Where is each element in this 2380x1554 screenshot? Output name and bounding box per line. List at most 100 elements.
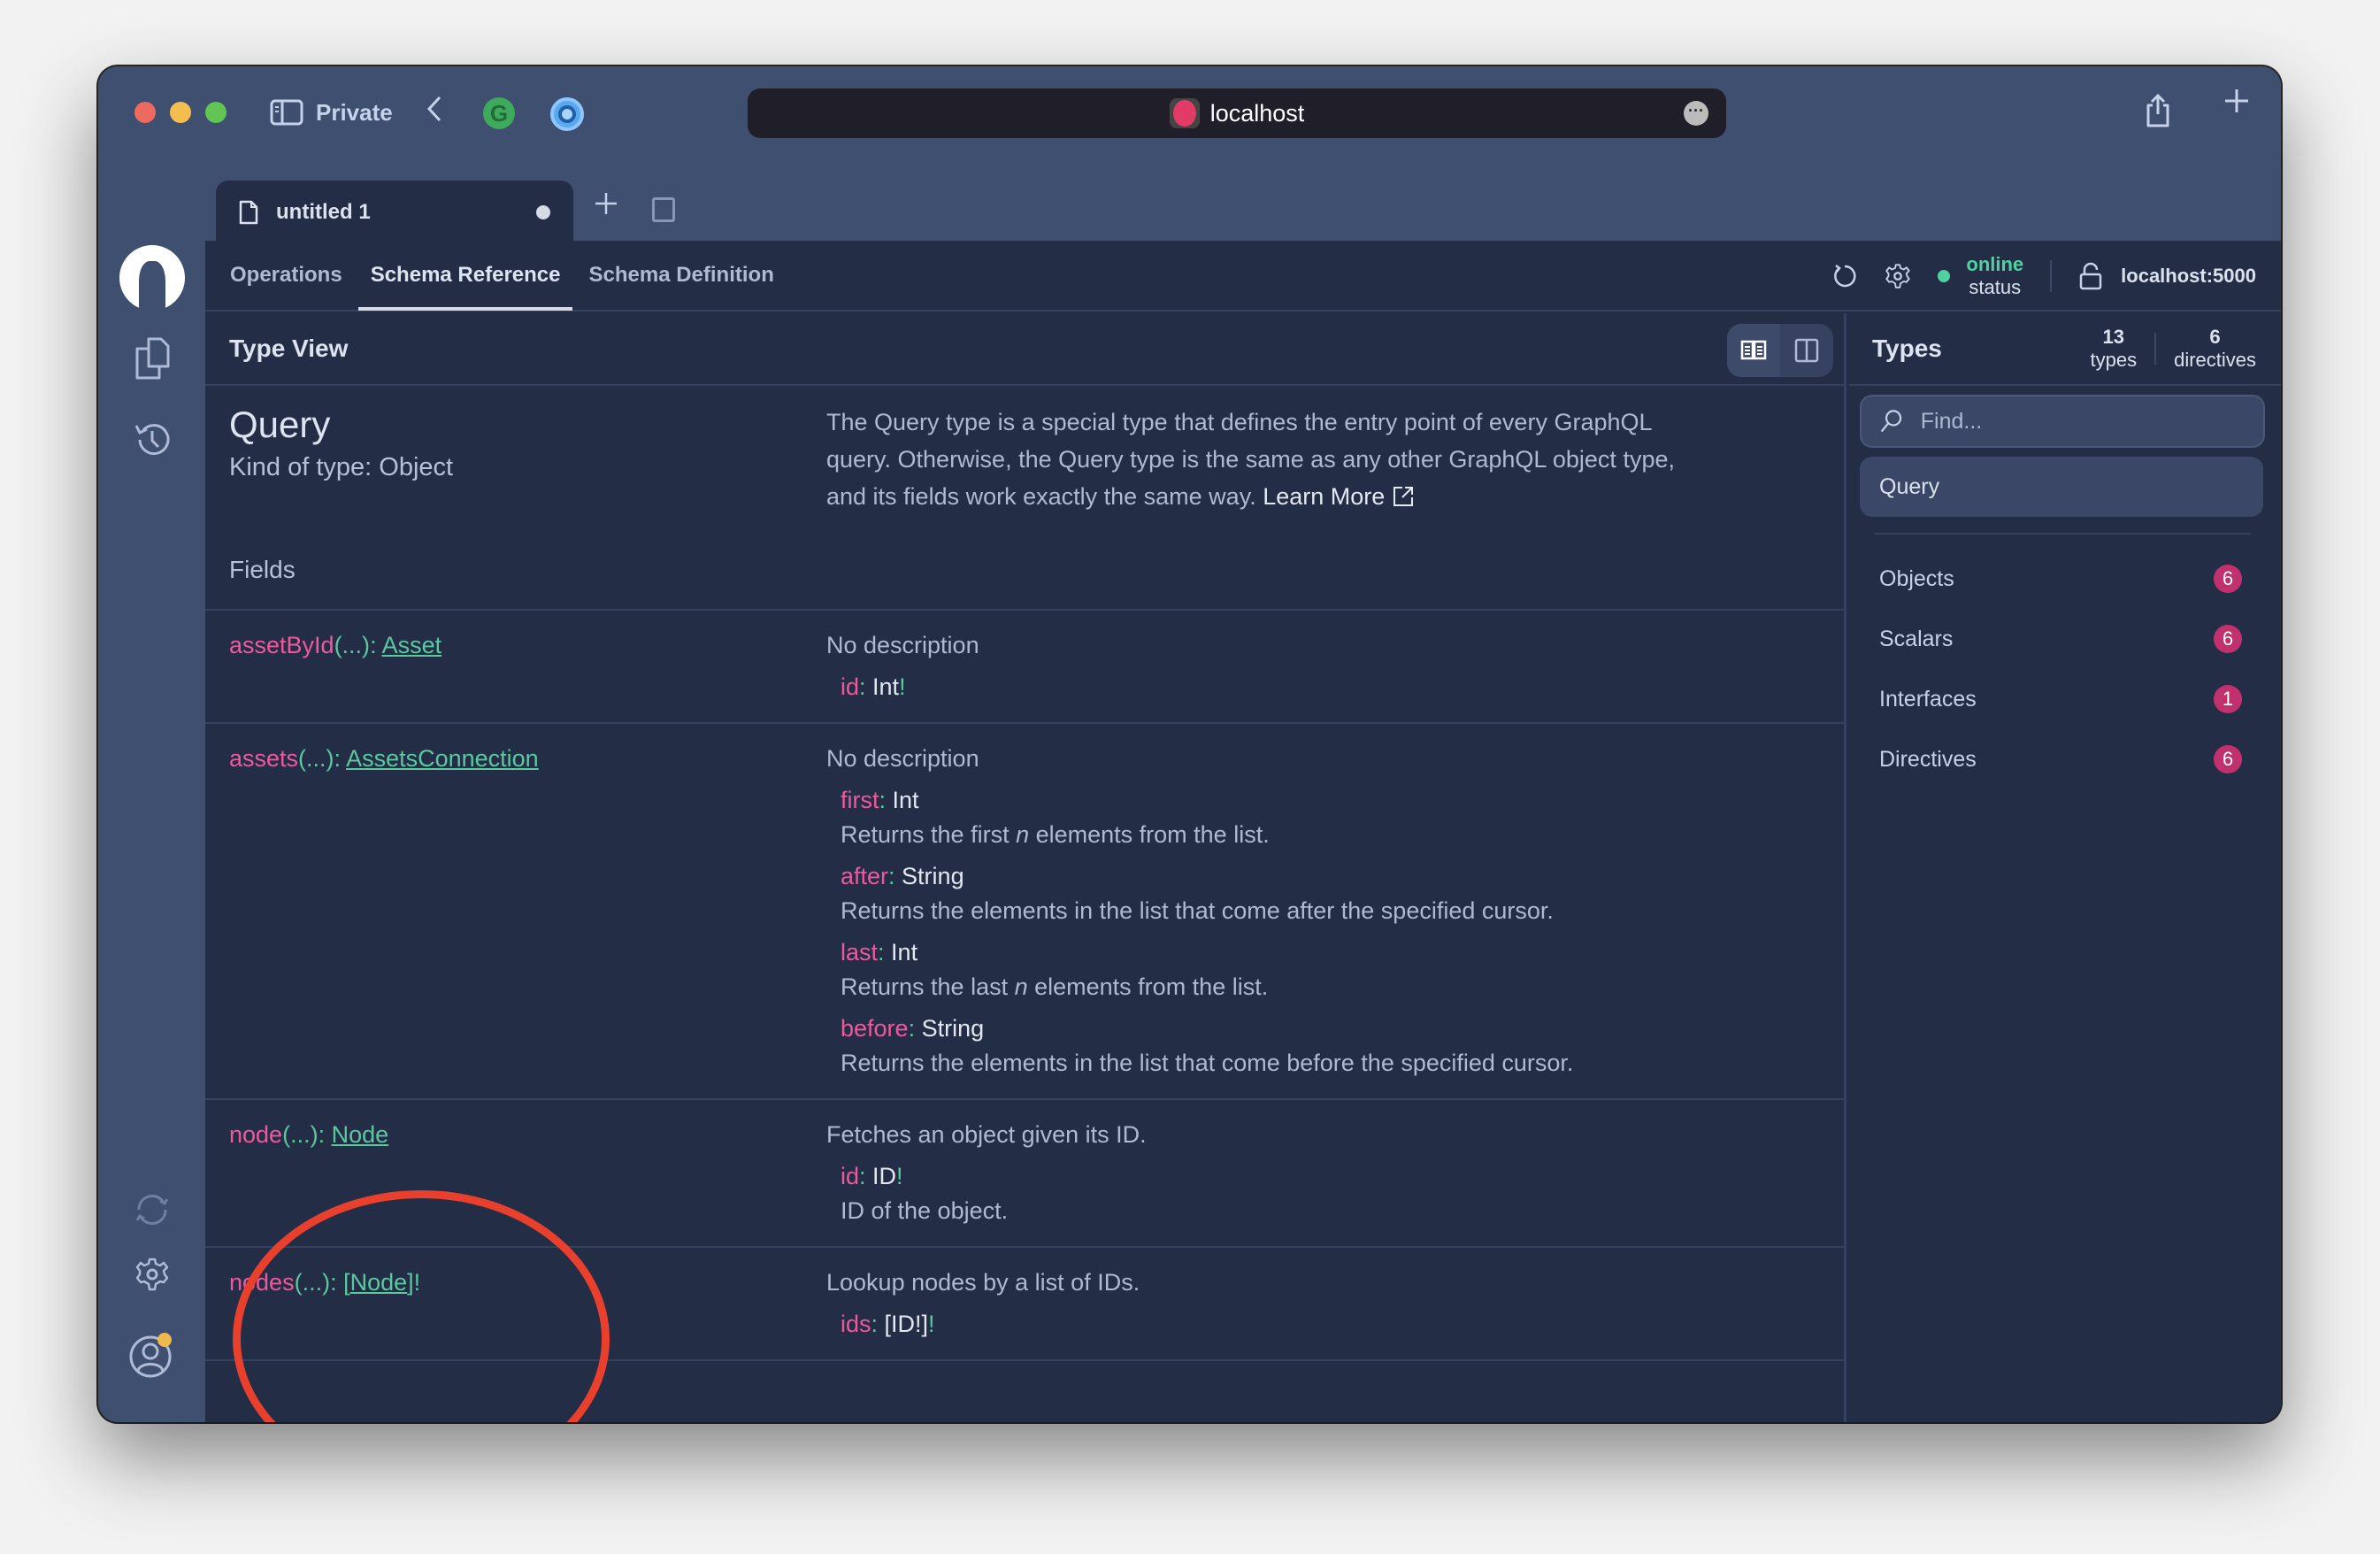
type-item-query[interactable]: Query	[1860, 457, 2263, 517]
type-category-directives[interactable]: Directives 6	[1849, 729, 2281, 789]
close-window-button[interactable]	[134, 102, 156, 123]
count-badge: 1	[2214, 685, 2242, 713]
sidebar-item-collections[interactable]	[98, 336, 205, 381]
argument-description: Returns the elements in the list that co…	[841, 897, 1554, 924]
field-type-link[interactable]: Node	[332, 1121, 389, 1148]
type-kind: Kind of type: Object	[229, 453, 454, 481]
field-type-link[interactable]: AssetsConnection	[346, 745, 539, 772]
back-button[interactable]	[426, 95, 443, 123]
url-text: localhost	[1209, 99, 1305, 127]
app-sidebar	[98, 173, 205, 1422]
count-badge: 6	[2214, 745, 2242, 773]
refresh-icon[interactable]	[1831, 263, 1858, 289]
types-title: Types	[1872, 335, 1942, 362]
notification-dot	[157, 1333, 172, 1347]
type-categories: Objects 6 Scalars 6 Interfaces 1 Directives 6	[1849, 549, 2281, 789]
argument: before: String Returns the elements in t…	[841, 1015, 1820, 1077]
argument-type: String	[921, 1015, 985, 1042]
address-bar[interactable]: localhost ···	[748, 88, 1726, 138]
copy-documents-icon	[135, 337, 169, 380]
gear-icon	[135, 1258, 168, 1291]
argument-name: first	[841, 787, 879, 813]
endpoint-label: localhost:5000	[2121, 265, 2256, 287]
argument: ids: [ID!]!	[841, 1311, 935, 1337]
tab-schema-reference[interactable]: Schema Reference	[357, 240, 573, 311]
sidebar-toggle-button[interactable]: Private	[270, 96, 393, 128]
book-icon	[1740, 340, 1767, 360]
sidebar-item-settings[interactable]	[98, 1257, 205, 1292]
chevron-left-icon	[426, 96, 441, 122]
argument-description: Returns the last n elements from the lis…	[841, 973, 1269, 1000]
minimize-window-button[interactable]	[170, 102, 191, 123]
app-logo[interactable]	[98, 245, 205, 311]
argument-name: id	[841, 1163, 860, 1189]
documentation-view-button[interactable]	[1727, 324, 1780, 377]
tab-operations[interactable]: Operations	[230, 240, 342, 311]
types-search[interactable]	[1860, 395, 2265, 448]
type-view-panel: Type View Query Kind of type: Object Fie…	[205, 313, 1846, 1422]
password-manager-extension-button[interactable]	[550, 97, 584, 131]
panel-title: Type View	[229, 335, 349, 362]
document-tab-title: untitled 1	[276, 200, 371, 224]
split-view-button[interactable]	[1780, 324, 1833, 377]
field-signature: node(...): Node	[229, 1121, 389, 1148]
argument-description: Returns the first n elements from the li…	[841, 821, 1270, 848]
argument-type: [ID!]	[884, 1311, 929, 1337]
argument-type: Int	[872, 673, 900, 700]
document-tab[interactable]: untitled 1	[216, 181, 573, 244]
count-badge: 6	[2214, 565, 2242, 593]
types-count: 13 types	[2090, 326, 2138, 371]
argument-type: String	[902, 863, 964, 889]
history-icon	[134, 424, 169, 456]
connection-status: online status	[1938, 253, 2023, 299]
private-label: Private	[316, 98, 393, 126]
tab-schema-definition[interactable]: Schema Definition	[588, 240, 773, 311]
argument: id: Int!	[841, 673, 906, 700]
argument-name: after	[841, 863, 889, 889]
category-label: Objects	[1879, 565, 1954, 591]
unlock-icon	[2079, 262, 2102, 290]
argument: id: ID! ID of the object.	[841, 1163, 1820, 1225]
sidebar-item-history[interactable]	[98, 420, 205, 459]
sidebar-icon	[270, 99, 303, 126]
learn-more-link[interactable]: Learn More	[1263, 483, 1415, 510]
unsaved-indicator[interactable]	[536, 205, 550, 219]
argument-description: Returns the elements in the list that co…	[841, 1050, 1574, 1076]
field-signature: nodes(...): [Node]!	[229, 1269, 421, 1296]
sidebar-item-account[interactable]	[98, 1332, 205, 1378]
columns-icon	[1794, 338, 1819, 363]
types-search-input[interactable]	[1920, 408, 2263, 435]
save-icon[interactable]	[652, 197, 675, 222]
grammarly-icon: G	[489, 99, 509, 127]
field-row: assets(...): AssetsConnection No descrip…	[205, 724, 1844, 1100]
more-options-icon[interactable]: ···	[1684, 101, 1708, 126]
field-row: node(...): Node Fetches an object given …	[205, 1100, 1844, 1248]
argument-description: ID of the object.	[841, 1197, 1009, 1224]
type-category-scalars[interactable]: Scalars 6	[1849, 609, 2281, 669]
argument-type: ID	[872, 1163, 897, 1189]
share-button[interactable]	[2144, 93, 2172, 128]
settings-gear-icon[interactable]	[1885, 263, 1911, 289]
argument: after: String Returns the elements in th…	[841, 863, 1820, 925]
count-badge: 6	[2214, 625, 2242, 653]
grammarly-extension-button[interactable]: G	[483, 97, 515, 129]
divider	[2050, 260, 2053, 292]
share-icon	[2146, 93, 2169, 127]
add-tab-button[interactable]	[594, 185, 618, 225]
type-summary: Query Kind of type: Object Fields The Qu…	[205, 386, 1844, 611]
field-signature: assetById(...): Asset	[229, 632, 442, 658]
type-description: The Query type is a special type that de…	[826, 409, 1675, 510]
argument-type: Int	[892, 787, 919, 813]
type-category-objects[interactable]: Objects 6	[1849, 549, 2281, 609]
field-type-link[interactable]: Node	[350, 1269, 408, 1296]
new-tab-button[interactable]	[2223, 88, 2250, 114]
endpoint-selector[interactable]: localhost:5000	[2078, 262, 2256, 290]
app-body: Operations Schema Reference Schema Defin…	[205, 241, 2281, 1422]
logo-icon	[119, 245, 185, 311]
zoom-window-button[interactable]	[205, 102, 226, 123]
field-row: nodes(...): [Node]! Lookup nodes by a li…	[205, 1248, 1844, 1361]
plus-icon	[595, 193, 617, 214]
field-type-link[interactable]: Asset	[382, 632, 442, 658]
type-category-interfaces[interactable]: Interfaces 1	[1849, 669, 2281, 729]
sidebar-item-sync[interactable]	[98, 1192, 205, 1227]
